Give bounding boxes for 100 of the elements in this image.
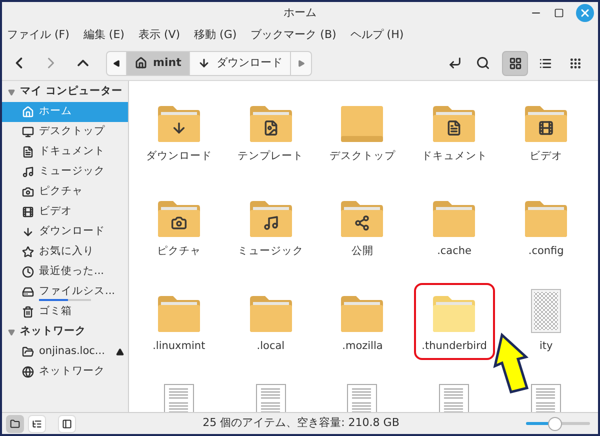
share-icon (356, 216, 368, 230)
folder-icon (10, 418, 20, 428)
sidebar-item[interactable]: ファイルシス... (2, 282, 128, 302)
search-icon[interactable] (476, 56, 490, 70)
menu-item[interactable]: ブックマーク (B) (250, 26, 336, 44)
file-item[interactable]: ity (527, 283, 566, 360)
clock-icon (22, 266, 34, 278)
sidebar-item[interactable]: 最近使った... (2, 262, 128, 282)
file-name: ドキュメント (421, 149, 488, 164)
expander-icon[interactable] (8, 88, 15, 96)
sidebar-item[interactable]: ゴミ箱 (2, 302, 128, 322)
file-item[interactable]: ピクチャ (152, 188, 205, 265)
menu-item[interactable]: ヘルプ (H) (350, 26, 404, 44)
list-view-icon (538, 56, 552, 70)
section-header: ネットワーク (20, 324, 86, 340)
pane-button[interactable] (58, 414, 76, 432)
document-icon (448, 121, 460, 135)
file-item[interactable]: .mozilla (336, 283, 388, 360)
eject-icon[interactable] (116, 348, 124, 356)
highlighted-file[interactable]: .thunderbird (414, 283, 495, 360)
menu-item[interactable]: 移動 (G) (194, 26, 237, 44)
left-triangle-icon (113, 60, 120, 66)
sidebar-icon (62, 418, 72, 428)
sidebar-item[interactable]: お気に入り (2, 242, 128, 262)
sidebar-item[interactable]: ビデオ (2, 202, 128, 222)
folder-icon (432, 200, 476, 238)
close-icon (579, 7, 591, 19)
drive-icon (22, 286, 34, 298)
sidebar-item[interactable]: ドキュメント (2, 142, 128, 162)
folder-icon (340, 295, 384, 333)
template-icon (265, 121, 276, 135)
expander-icon[interactable] (8, 328, 15, 336)
section-header: マイ コンピューター (20, 84, 123, 100)
file-item[interactable]: ビデオ (520, 93, 572, 170)
file-name: .config (528, 244, 564, 259)
trash-icon (22, 306, 34, 318)
path-button[interactable]: mint (127, 52, 190, 74)
pane-button[interactable] (28, 414, 46, 432)
file-name: 公開 (351, 244, 374, 259)
camera-icon (172, 218, 186, 228)
file-item[interactable]: ダウンロード (142, 93, 216, 170)
globe-icon (22, 366, 34, 378)
tree-icon (32, 418, 42, 428)
folder-icon (22, 346, 34, 358)
folder-icon (340, 105, 384, 143)
file-name: ミュージック (238, 244, 304, 259)
document-icon (22, 146, 34, 158)
compact-view-icon (568, 56, 582, 70)
camera-icon (22, 186, 34, 198)
menu-item[interactable]: 表示 (V) (138, 26, 180, 44)
file-item[interactable]: ミュージック (234, 188, 308, 265)
file-name: .thunderbird (422, 339, 487, 354)
folder-icon (524, 200, 568, 238)
zoom-slider[interactable] (526, 416, 590, 430)
pointer-arrow (493, 332, 529, 394)
down-arrow-icon (22, 226, 34, 238)
file-name: .local (256, 339, 285, 354)
view-button[interactable] (502, 50, 528, 76)
pane-button[interactable] (6, 414, 24, 432)
file-item[interactable]: .linuxmint (148, 283, 210, 360)
file-name: .mozilla (342, 339, 383, 354)
music-note-icon (264, 217, 277, 229)
sidebar-item[interactable]: onjinas.loc... (2, 342, 128, 362)
folder-icon (156, 295, 201, 333)
sidebar-item[interactable]: ネットワーク (2, 362, 128, 382)
folder-icon (248, 295, 293, 333)
file-item[interactable]: .config (520, 188, 572, 265)
location-toggle-icon[interactable] (448, 56, 462, 70)
file-item[interactable]: デスクトップ (325, 93, 400, 170)
file-item[interactable]: .local (244, 283, 297, 360)
down-arrow-icon (198, 57, 210, 69)
sidebar-item[interactable]: ミュージック (2, 162, 128, 182)
slider-thumb[interactable] (548, 416, 562, 430)
home-icon (135, 57, 147, 69)
file-name: テンプレート (238, 149, 304, 164)
file-item[interactable]: ドキュメント (417, 93, 492, 170)
file-name: デスクトップ (329, 149, 396, 164)
status-text: 25 個のアイテム、空き容量: 210.8 GB (202, 415, 400, 432)
grid-view-icon (508, 56, 522, 70)
path-button[interactable]: ダウンロード (190, 52, 292, 74)
sidebar-item[interactable]: デスクトップ (2, 122, 128, 142)
close-button[interactable] (576, 4, 594, 22)
monitor-icon (22, 126, 34, 138)
right-triangle-icon (298, 60, 305, 66)
file-name: ビデオ (530, 149, 563, 164)
file-item[interactable]: 公開 (336, 188, 388, 265)
music-note-icon (22, 166, 34, 178)
menu-item[interactable]: ファイル (F) (7, 26, 70, 44)
file-name: .linuxmint (152, 339, 206, 354)
file-item[interactable]: .cache (428, 188, 480, 265)
folder-icon (432, 295, 476, 333)
file-name: ピクチャ (156, 244, 201, 259)
sidebar-item[interactable]: ピクチャ (2, 182, 128, 202)
film-icon (540, 122, 552, 134)
menu-item[interactable]: 編集 (E) (83, 26, 124, 44)
star-icon (22, 246, 34, 258)
sidebar-item[interactable]: ダウンロード (2, 222, 128, 242)
maximize-icon[interactable] (554, 8, 564, 18)
home-icon (22, 106, 34, 118)
file-item[interactable]: テンプレート (234, 93, 308, 170)
